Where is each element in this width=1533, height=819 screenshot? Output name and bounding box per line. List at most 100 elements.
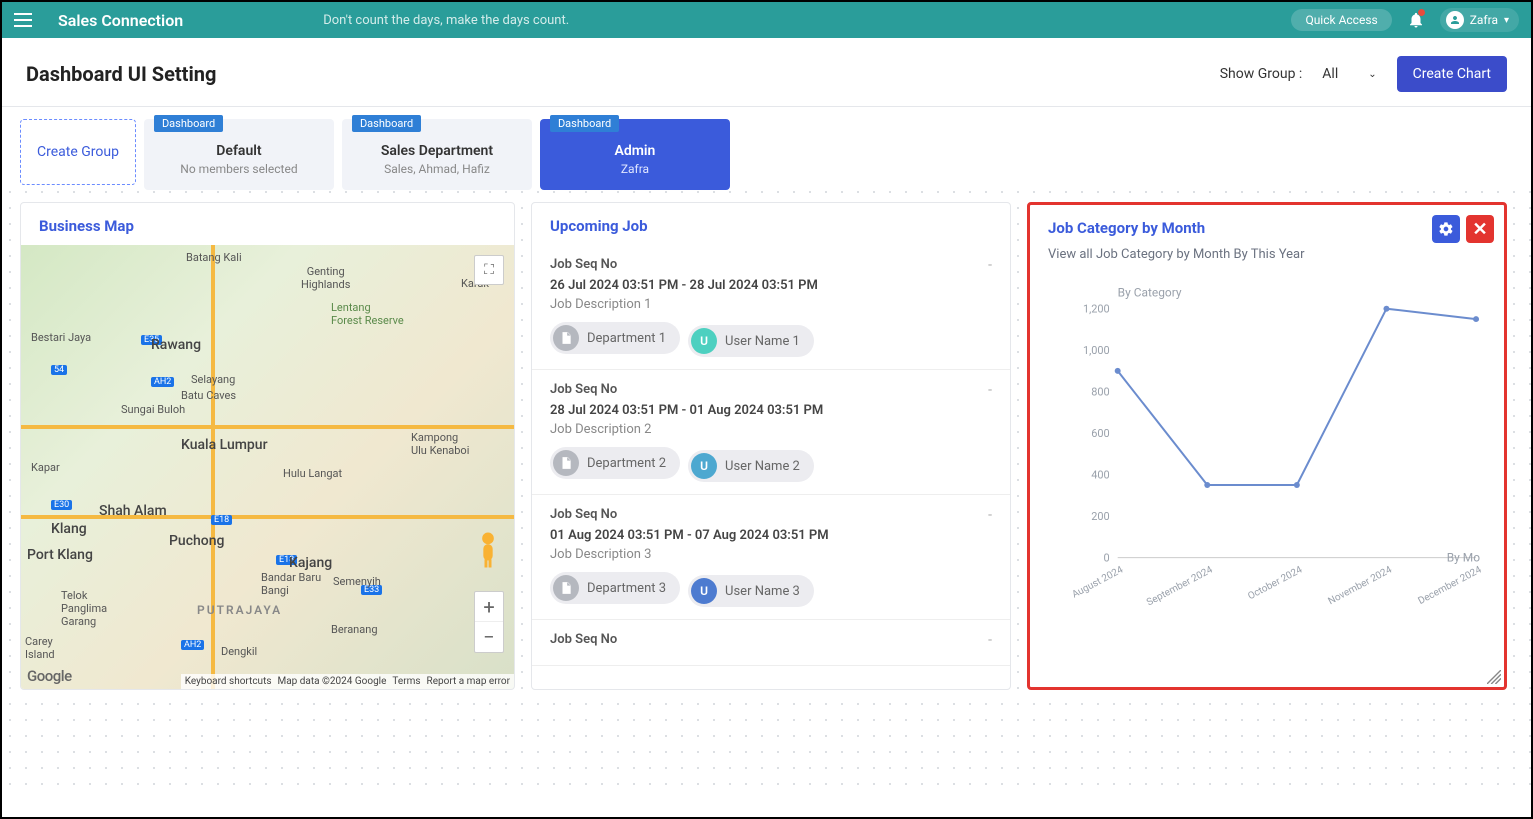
map-shortcuts-link[interactable]: Keyboard shortcuts: [185, 676, 272, 687]
chart-settings-button[interactable]: [1432, 215, 1460, 243]
notification-dot: [1418, 9, 1425, 16]
map-zoom-out-button[interactable]: −: [475, 622, 503, 652]
user-avatar-icon: [1446, 11, 1464, 29]
group-title: Default: [180, 143, 298, 159]
job-time: 26 Jul 2024 03:51 PM - 28 Jul 2024 03:51…: [550, 278, 992, 293]
resize-handle-icon[interactable]: [1487, 670, 1501, 684]
job-item[interactable]: Job Seq No- 26 Jul 2024 03:51 PM - 28 Jul…: [532, 245, 1010, 370]
jobs-list: Job Seq No-26 Jul 2024 03:51 PM - 28 Jul…: [532, 245, 1010, 689]
job-collapse-icon[interactable]: -: [988, 632, 992, 648]
map-attribution: Keyboard shortcuts Map data ©2024 Google…: [181, 674, 514, 689]
group-card[interactable]: DashboardAdminZafra: [540, 119, 730, 190]
job-description: Job Description 2: [550, 422, 992, 437]
groups-row: Create Group Dashboard Default No members …: [2, 107, 1531, 190]
user-menu[interactable]: Zafra ▾: [1440, 8, 1519, 32]
page-header: Dashboard UI Setting Show Group : All ⌄ …: [2, 38, 1531, 107]
map-zoom-in-button[interactable]: +: [475, 592, 503, 622]
panel-title: Business Map: [21, 203, 514, 245]
google-logo: Google: [27, 667, 72, 685]
map-fullscreen-button[interactable]: ⛶: [474, 255, 504, 285]
document-icon: [553, 450, 579, 476]
svg-text:September 2024: September 2024: [1145, 564, 1215, 608]
topbar: Sales Connection Don't count the days, m…: [2, 2, 1531, 38]
svg-text:600: 600: [1091, 427, 1109, 440]
group-tag: Dashboard: [550, 115, 619, 132]
group-subtitle: No members selected: [180, 162, 298, 176]
map-terms-link[interactable]: Terms: [392, 676, 420, 687]
job-seq-label: Job Seq No: [550, 632, 992, 647]
chart-close-button[interactable]: ✕: [1466, 215, 1494, 243]
job-time: 01 Aug 2024 03:51 PM - 07 Aug 2024 03:51…: [550, 528, 992, 543]
job-collapse-icon[interactable]: -: [988, 507, 992, 523]
map-pegman-icon[interactable]: [474, 531, 502, 569]
page-title: Dashboard UI Setting: [26, 62, 216, 86]
job-collapse-icon[interactable]: -: [988, 382, 992, 398]
svg-text:August 2024: August 2024: [1070, 564, 1125, 600]
job-seq-label: Job Seq No: [550, 257, 992, 272]
show-group-value: All: [1322, 66, 1338, 82]
group-tag: Dashboard: [352, 115, 421, 132]
svg-text:December 2024: December 2024: [1416, 564, 1483, 607]
group-title: Admin: [576, 143, 694, 159]
user-initial-icon: U: [691, 453, 717, 479]
line-chart: By Category02004006008001,0001,200August…: [1048, 278, 1486, 648]
job-description: Job Description 3: [550, 547, 992, 562]
chevron-down-icon: ▾: [1504, 15, 1509, 26]
dashboard-area: Business Map E35 54 AH2 E30 E18 E18 AH2 …: [2, 190, 1531, 798]
svg-text:By Mo: By Mo: [1447, 551, 1480, 565]
department-chip[interactable]: Department 2: [550, 447, 680, 479]
map-zoom-control: + −: [474, 591, 504, 653]
svg-text:October 2024: October 2024: [1246, 564, 1304, 602]
panel-subtitle: View all Job Category by Month By This Y…: [1030, 247, 1504, 268]
job-seq-label: Job Seq No: [550, 382, 992, 397]
map-report-link[interactable]: Report a map error: [427, 676, 510, 687]
job-item[interactable]: Job Seq No- 01 Aug 2024 03:51 PM - 07 Aug…: [532, 495, 1010, 620]
create-group-button[interactable]: Create Group: [20, 119, 136, 185]
notifications-bell-icon[interactable]: [1406, 10, 1426, 30]
svg-text:800: 800: [1091, 386, 1109, 399]
map-data-text: Map data ©2024 Google: [278, 676, 387, 687]
chevron-down-icon: ⌄: [1368, 69, 1376, 80]
svg-text:By Category: By Category: [1118, 286, 1182, 300]
document-icon: [553, 575, 579, 601]
job-seq-label: Job Seq No: [550, 507, 992, 522]
panel-title: Upcoming Job: [532, 203, 1010, 245]
document-icon: [553, 325, 579, 351]
job-item[interactable]: Job Seq No- 28 Jul 2024 03:51 PM - 01 Aug…: [532, 370, 1010, 495]
map-canvas[interactable]: E35 54 AH2 E30 E18 E18 AH2 E33 Batang Ka…: [21, 245, 514, 689]
department-chip[interactable]: Department 3: [550, 572, 680, 604]
job-item[interactable]: Job Seq No-: [532, 620, 1010, 666]
group-card[interactable]: DashboardDefaultNo members selected: [144, 119, 334, 190]
group-card[interactable]: DashboardSales DepartmentSales, Ahmad, H…: [342, 119, 532, 190]
show-group-dropdown[interactable]: All ⌄: [1316, 62, 1382, 86]
group-tag: Dashboard: [154, 115, 223, 132]
user-chip[interactable]: UUser Name 3: [688, 575, 814, 607]
job-description: Job Description 1: [550, 297, 992, 312]
hamburger-menu-icon[interactable]: [14, 8, 38, 32]
group-title: Sales Department: [378, 143, 496, 159]
job-time: 28 Jul 2024 03:51 PM - 01 Aug 2024 03:51…: [550, 403, 992, 418]
group-subtitle: Zafra: [576, 162, 694, 176]
user-chip[interactable]: UUser Name 2: [688, 450, 814, 482]
group-subtitle: Sales, Ahmad, Hafiz: [378, 162, 496, 176]
create-chart-button[interactable]: Create Chart: [1397, 56, 1507, 92]
svg-text:400: 400: [1091, 469, 1109, 482]
job-collapse-icon[interactable]: -: [988, 257, 992, 273]
svg-text:1,000: 1,000: [1083, 344, 1110, 357]
user-name: Zafra: [1470, 13, 1498, 27]
panel-business-map: Business Map E35 54 AH2 E30 E18 E18 AH2 …: [20, 202, 515, 690]
chart-step-badge: 4: [1027, 202, 1028, 230]
svg-text:200: 200: [1091, 510, 1109, 523]
quick-access-button[interactable]: Quick Access: [1291, 9, 1391, 31]
svg-text:0: 0: [1104, 552, 1110, 565]
department-chip[interactable]: Department 1: [550, 322, 680, 354]
brand-title: Sales Connection: [58, 11, 183, 30]
svg-text:November 2024: November 2024: [1326, 564, 1394, 607]
chart-body: By Category02004006008001,0001,200August…: [1030, 268, 1504, 687]
panel-upcoming-job: Upcoming Job Job Seq No-26 Jul 2024 03:5…: [531, 202, 1011, 690]
panel-job-category-chart: 4 ✕ Job Category by Month View all Job C…: [1027, 202, 1507, 690]
motto-text: Don't count the days, make the days coun…: [323, 13, 569, 28]
user-chip[interactable]: UUser Name 1: [688, 325, 814, 357]
user-initial-icon: U: [691, 328, 717, 354]
user-initial-icon: U: [691, 578, 717, 604]
